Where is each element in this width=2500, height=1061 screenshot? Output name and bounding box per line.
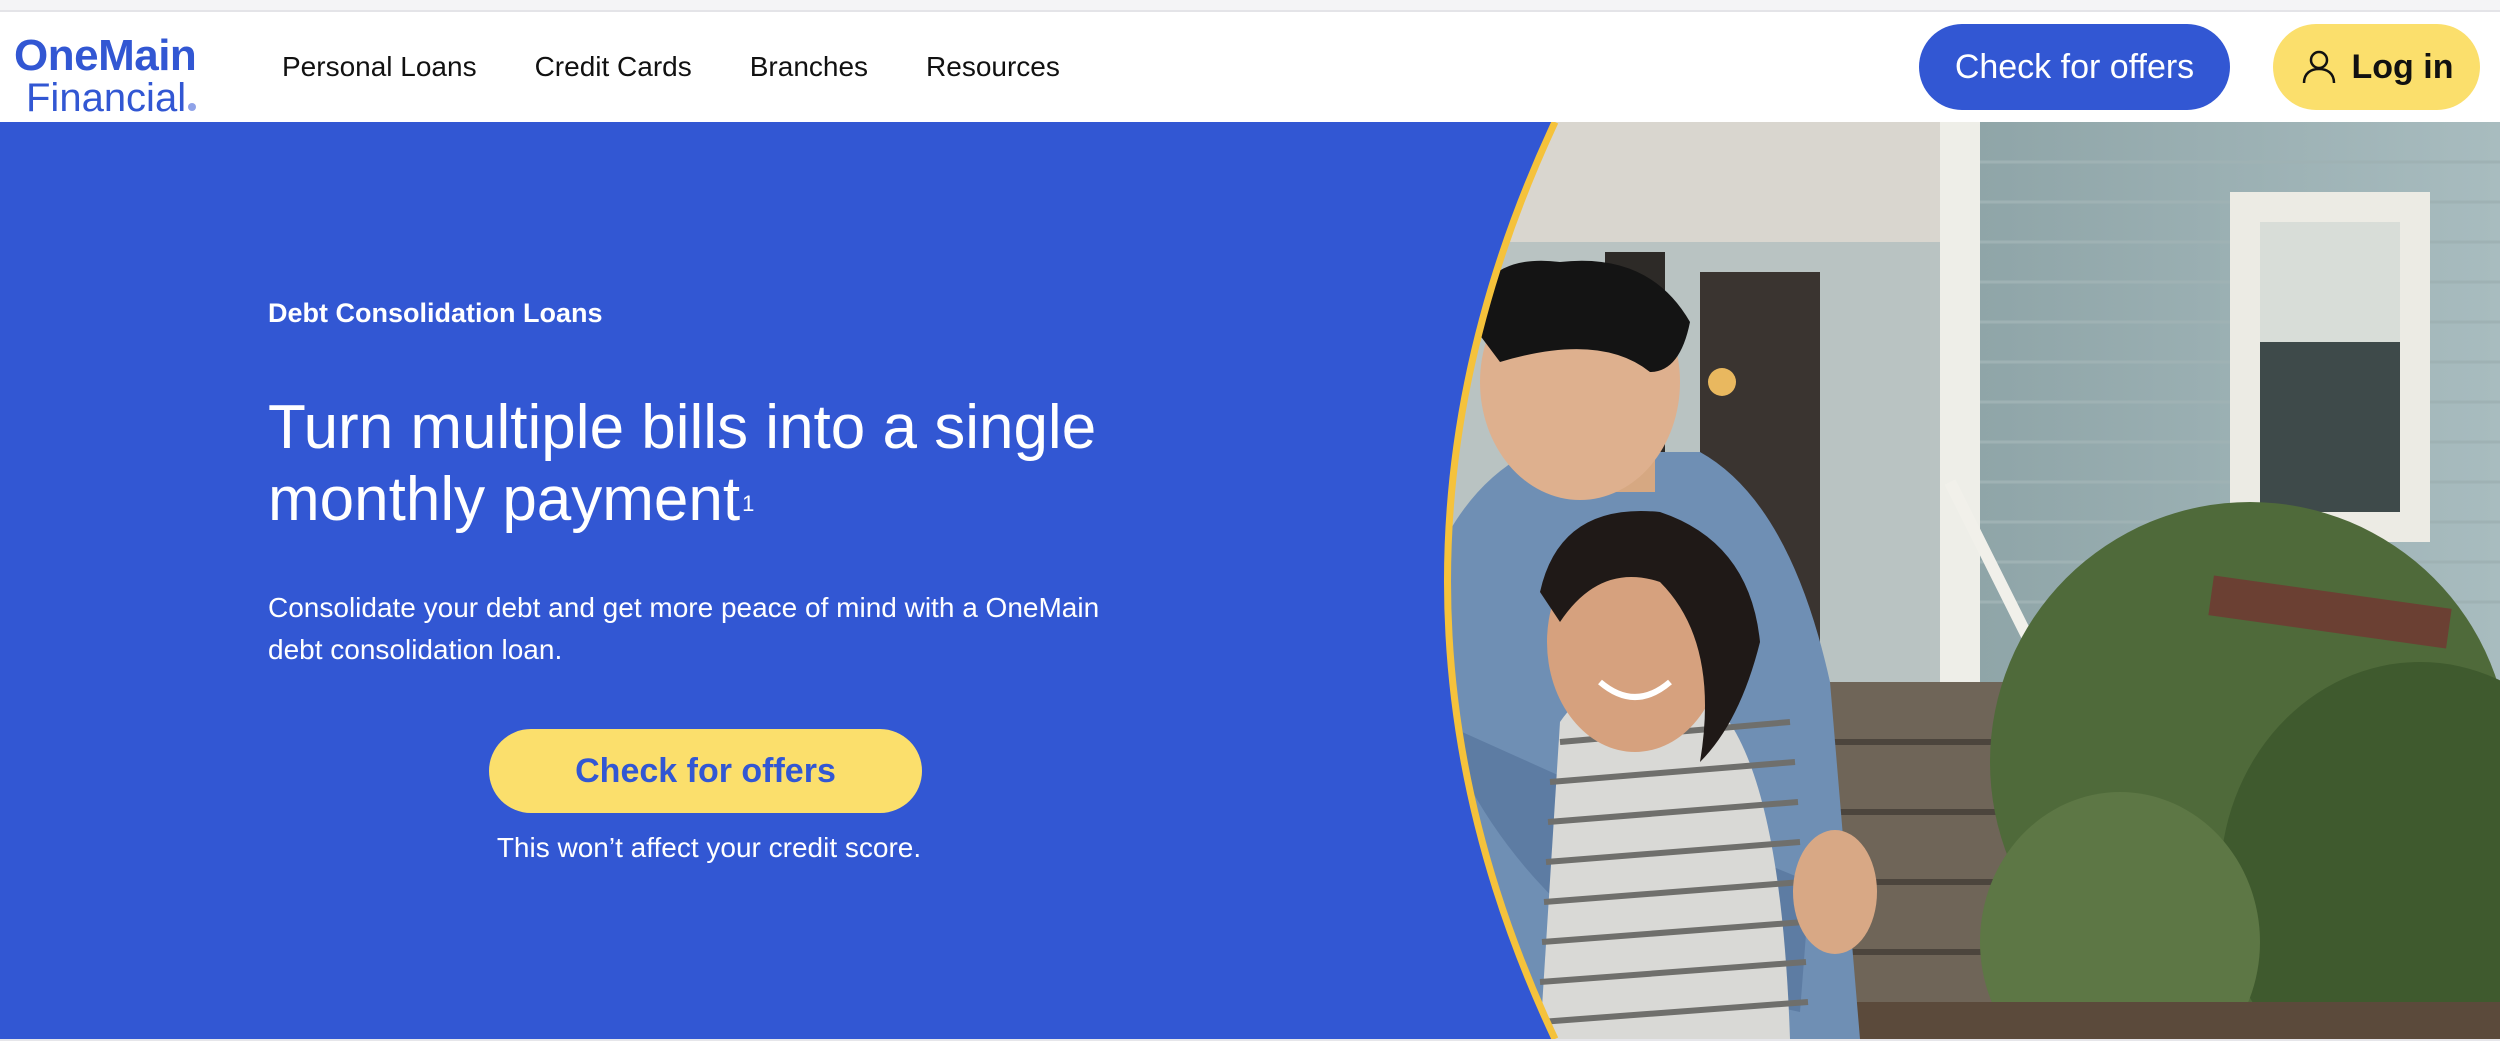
site-header: OneMain Financial Personal Loans Credit …	[0, 12, 2500, 122]
section-divider	[0, 1039, 2500, 1061]
logo-wordmark-bottom: Financial	[26, 78, 197, 118]
top-border	[0, 0, 2500, 12]
login-label: Log in	[2351, 47, 2454, 86]
hero-eyebrow: Debt Consolidation Loans	[268, 298, 603, 328]
logo-wordmark-top: OneMain	[14, 31, 197, 80]
nav-personal-loans[interactable]: Personal Loans	[282, 51, 477, 83]
hero-description: Consolidate your debt and get more peace…	[268, 592, 1100, 665]
nav-resources[interactable]: Resources	[926, 51, 1060, 83]
onemain-logo[interactable]: OneMain Financial	[14, 24, 214, 119]
nav-branches[interactable]: Branches	[750, 51, 868, 83]
hero-title: Turn multiple bills into a single monthl…	[268, 392, 1168, 536]
credit-score-disclaimer: This won’t affect your credit score.	[496, 832, 922, 863]
check-offers-button-header[interactable]: Check for offers	[1919, 24, 2230, 110]
nav-credit-cards[interactable]: Credit Cards	[535, 51, 692, 83]
login-button[interactable]: Log in	[2273, 24, 2480, 110]
hero-section: Debt Consolidation Loans Turn multiple b…	[0, 122, 2500, 1039]
hero-photo-couple-hugging	[1444, 122, 2500, 1039]
hero-title-text: Turn multiple bills into a single monthl…	[268, 393, 1097, 534]
footnote-marker[interactable]: 1	[742, 491, 754, 516]
user-icon	[2302, 50, 2335, 84]
main-nav: Personal Loans Credit Cards Branches Res…	[282, 12, 1118, 122]
check-offers-button-hero[interactable]: Check for offers	[489, 729, 922, 813]
